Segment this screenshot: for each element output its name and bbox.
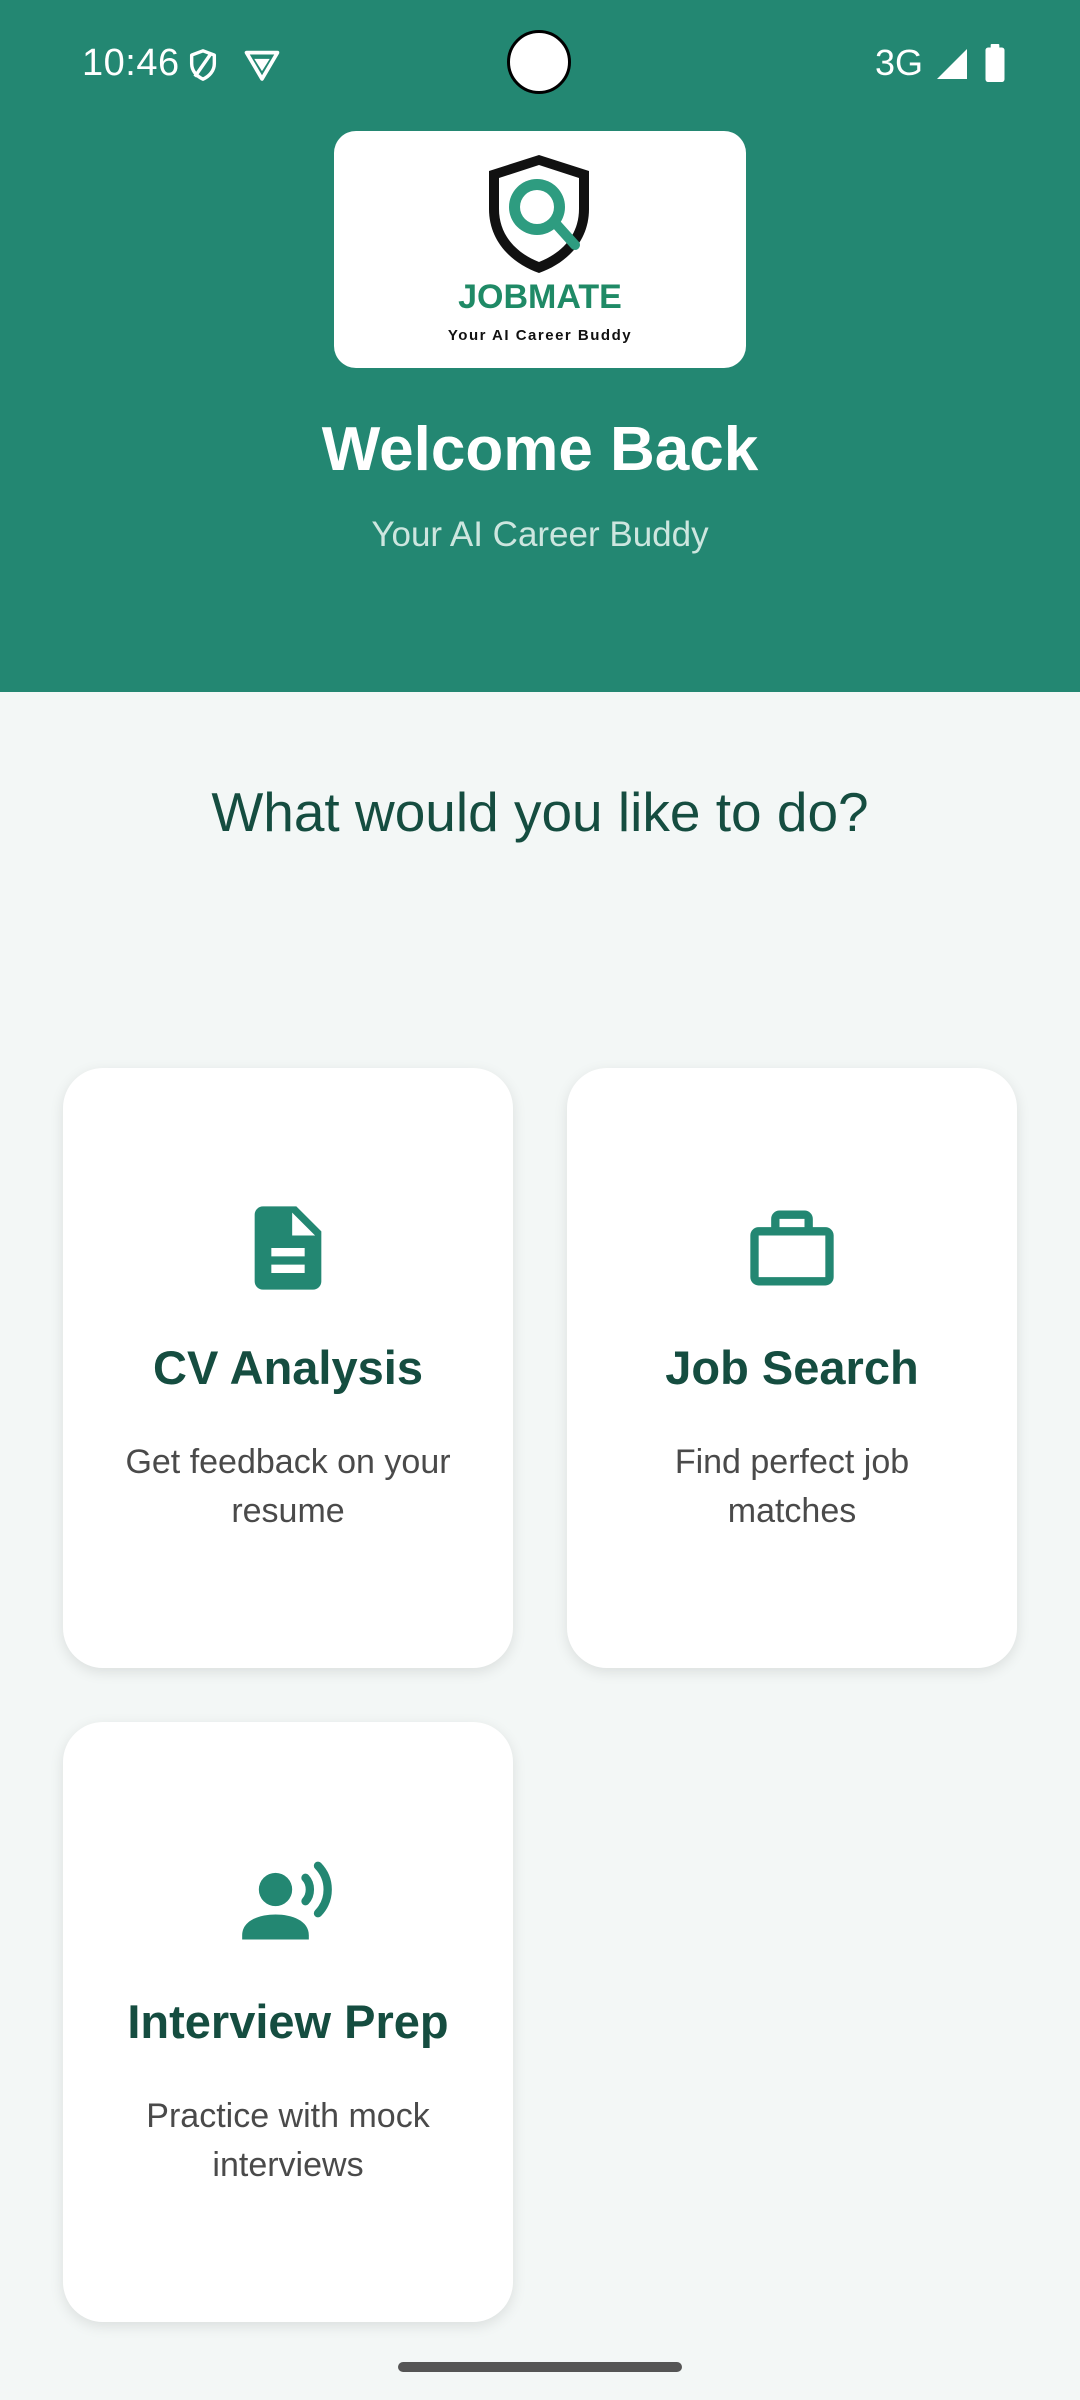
card-title: Job Search xyxy=(665,1341,919,1394)
briefcase-icon xyxy=(750,1210,834,1286)
welcome-title: Welcome Back xyxy=(321,415,759,484)
app-header: 10:46 3G JOBMATE Your AI Career Buddy We… xyxy=(0,0,1080,692)
logo-tagline: Your AI Career Buddy xyxy=(447,327,633,344)
vpn-icon xyxy=(244,50,280,81)
app-logo: JOBMATE Your AI Career Buddy xyxy=(334,131,746,368)
document-icon xyxy=(254,1206,322,1290)
section-heading: What would you like to do? xyxy=(211,781,869,843)
status-bar: 10:46 3G xyxy=(0,0,1080,128)
speaking-person-icon xyxy=(242,1861,332,1940)
network-type: 3G xyxy=(875,42,924,83)
interview-prep-card[interactable]: Interview Prep Practice with mock interv… xyxy=(63,1722,513,2322)
battery-icon xyxy=(985,44,1005,82)
home-indicator[interactable] xyxy=(398,2362,682,2372)
welcome-subtitle: Your AI Career Buddy xyxy=(371,515,709,554)
job-search-card[interactable]: Job Search Find perfect job matches xyxy=(567,1068,1017,1668)
shield-icon xyxy=(189,49,217,81)
shield-magnifier-logo-icon xyxy=(489,155,589,273)
card-description: Get feedback on your resume xyxy=(125,1443,451,1530)
card-description: Practice with mock interviews xyxy=(146,2097,430,2184)
cv-analysis-card[interactable]: CV Analysis Get feedback on your resume xyxy=(63,1068,513,1668)
card-description: Find perfect job matches xyxy=(674,1443,910,1530)
card-title: CV Analysis xyxy=(153,1341,423,1394)
signal-icon xyxy=(937,49,967,79)
status-time: 10:46 xyxy=(82,42,180,84)
camera-cutout xyxy=(507,30,571,94)
card-title: Interview Prep xyxy=(127,1995,449,2048)
logo-name: JOBMATE xyxy=(458,278,622,316)
